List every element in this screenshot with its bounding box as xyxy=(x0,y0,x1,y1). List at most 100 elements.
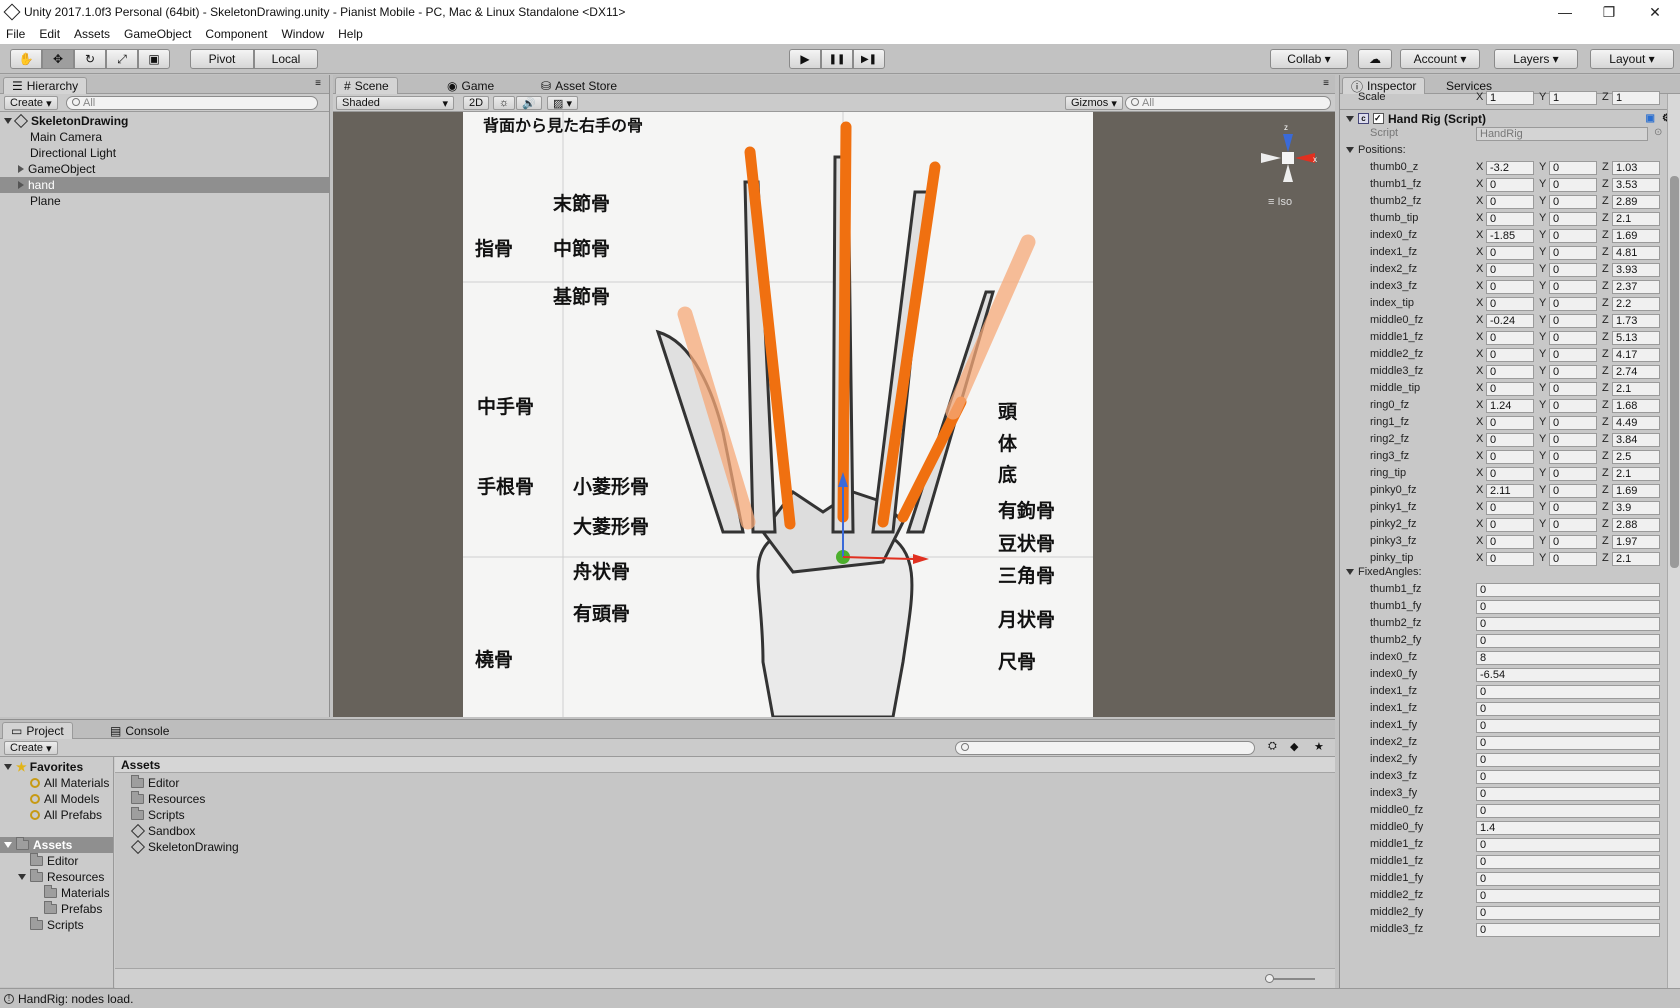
fixedangle-input[interactable]: 0 xyxy=(1476,702,1660,716)
position-x-input[interactable]: 0 xyxy=(1486,195,1534,209)
position-z-input[interactable]: 1.68 xyxy=(1612,399,1660,413)
position-y-input[interactable]: 0 xyxy=(1549,501,1597,515)
position-z-input[interactable]: 2.5 xyxy=(1612,450,1660,464)
scene-viewport[interactable]: 背面から見た右手の骨 末節骨 中節骨 基節骨 指骨 中手骨 手根骨 小菱形骨 大… xyxy=(333,112,1335,717)
shading-dropdown[interactable]: Shaded ▾ xyxy=(336,96,454,110)
project-search-input[interactable] xyxy=(955,741,1255,755)
position-y-input[interactable]: 0 xyxy=(1549,399,1597,413)
position-x-input[interactable]: 0 xyxy=(1486,467,1534,481)
tab-asset-store[interactable]: ⛁ Asset Store xyxy=(533,77,625,94)
position-z-input[interactable]: 4.17 xyxy=(1612,348,1660,362)
fixedangle-input[interactable]: 0 xyxy=(1476,634,1660,648)
position-x-input[interactable]: 1.24 xyxy=(1486,399,1534,413)
fixedangle-input[interactable]: 0 xyxy=(1476,787,1660,801)
position-y-input[interactable]: 0 xyxy=(1549,246,1597,260)
position-z-input[interactable]: 4.81 xyxy=(1612,246,1660,260)
fixedangle-input[interactable]: 0 xyxy=(1476,872,1660,886)
position-x-input[interactable]: 0 xyxy=(1486,518,1534,532)
orientation-gizmo[interactable]: z x xyxy=(1253,122,1323,192)
hierarchy-item-gameobject[interactable]: GameObject xyxy=(18,161,95,177)
fixedangle-input[interactable]: 0 xyxy=(1476,753,1660,767)
position-z-input[interactable]: 3.84 xyxy=(1612,433,1660,447)
position-z-input[interactable]: 2.1 xyxy=(1612,382,1660,396)
fixedangle-input[interactable]: 0 xyxy=(1476,889,1660,903)
position-z-input[interactable]: 1.69 xyxy=(1612,229,1660,243)
favorite-all-prefabs[interactable]: All Prefabs xyxy=(30,807,102,823)
position-z-input[interactable]: 3.53 xyxy=(1612,178,1660,192)
position-z-input[interactable]: 3.93 xyxy=(1612,263,1660,277)
position-z-input[interactable]: 1.69 xyxy=(1612,484,1660,498)
scale-tool-button[interactable]: ⤢ xyxy=(106,49,138,69)
menu-help[interactable]: Help xyxy=(338,27,363,41)
tree-folder-scripts[interactable]: Scripts xyxy=(30,917,84,933)
slider-handle[interactable] xyxy=(1265,974,1274,983)
position-z-input[interactable]: 5.13 xyxy=(1612,331,1660,345)
scale-x-input[interactable]: 1 xyxy=(1486,91,1534,105)
asset-sandbox[interactable]: Sandbox xyxy=(130,823,195,839)
position-y-input[interactable]: 0 xyxy=(1549,263,1597,277)
pause-button[interactable]: ❚❚ xyxy=(821,49,853,69)
position-x-input[interactable]: -3.2 xyxy=(1486,161,1534,175)
menu-edit[interactable]: Edit xyxy=(39,27,60,41)
menu-window[interactable]: Window xyxy=(281,27,324,41)
position-y-input[interactable]: 0 xyxy=(1549,365,1597,379)
position-x-input[interactable]: -0.24 xyxy=(1486,314,1534,328)
layers-dropdown[interactable]: Layers ▾ xyxy=(1494,49,1578,69)
project-create-button[interactable]: Create ▾ xyxy=(4,741,58,755)
tab-game[interactable]: ◉ Game xyxy=(439,77,502,94)
panel-menu-icon[interactable]: ≡ xyxy=(1323,78,1329,89)
position-x-input[interactable]: -1.85 xyxy=(1486,229,1534,243)
cloud-button[interactable]: ☁ xyxy=(1358,49,1392,69)
fixedangle-input[interactable]: 0 xyxy=(1476,838,1660,852)
position-z-input[interactable]: 1.73 xyxy=(1612,314,1660,328)
object-picker-icon[interactable]: ⊙ xyxy=(1654,127,1662,138)
position-x-input[interactable]: 2.11 xyxy=(1486,484,1534,498)
fixedangle-input[interactable]: 0 xyxy=(1476,855,1660,869)
position-z-input[interactable]: 3.9 xyxy=(1612,501,1660,515)
pivot-button[interactable]: Pivot xyxy=(190,49,254,69)
hierarchy-item-main-camera[interactable]: Main Camera xyxy=(30,129,102,145)
scene-search-input[interactable]: All xyxy=(1125,96,1331,110)
position-y-input[interactable]: 0 xyxy=(1549,212,1597,226)
position-y-input[interactable]: 0 xyxy=(1549,535,1597,549)
position-x-input[interactable]: 0 xyxy=(1486,416,1534,430)
position-y-input[interactable]: 0 xyxy=(1549,416,1597,430)
help-book-icon[interactable]: ▣ xyxy=(1646,113,1655,124)
fixedangles-section[interactable]: FixedAngles: xyxy=(1346,566,1422,578)
position-x-input[interactable]: 0 xyxy=(1486,178,1534,192)
menu-file[interactable]: File xyxy=(6,27,25,41)
layout-dropdown[interactable]: Layout ▾ xyxy=(1590,49,1674,69)
move-tool-button[interactable]: ✥ xyxy=(42,49,74,69)
fixedangle-input[interactable]: 0 xyxy=(1476,583,1660,597)
position-y-input[interactable]: 0 xyxy=(1549,195,1597,209)
tab-console[interactable]: ▤ Console xyxy=(102,722,177,739)
tab-scene[interactable]: # Scene xyxy=(335,77,398,94)
assets-root[interactable]: Assets xyxy=(0,837,113,853)
position-z-input[interactable]: 2.37 xyxy=(1612,280,1660,294)
scale-z-input[interactable]: 1 xyxy=(1612,91,1660,105)
asset-skeletondrawing[interactable]: SkeletonDrawing xyxy=(130,839,239,855)
panel-menu-icon[interactable]: ≡ xyxy=(315,78,321,89)
projection-label[interactable]: ≡ Iso xyxy=(1268,196,1292,208)
position-y-input[interactable]: 0 xyxy=(1549,484,1597,498)
tree-folder-materials[interactable]: Materials xyxy=(44,885,110,901)
hierarchy-item-hand[interactable]: hand xyxy=(0,177,329,193)
position-z-input[interactable]: 2.1 xyxy=(1612,552,1660,566)
fixedangle-input[interactable]: 0 xyxy=(1476,600,1660,614)
favorite-all-models[interactable]: All Models xyxy=(30,791,99,807)
position-z-input[interactable]: 2.74 xyxy=(1612,365,1660,379)
position-y-input[interactable]: 0 xyxy=(1549,229,1597,243)
position-x-input[interactable]: 0 xyxy=(1486,212,1534,226)
fixedangle-input[interactable]: 0 xyxy=(1476,923,1660,937)
menu-component[interactable]: Component xyxy=(205,27,267,41)
position-x-input[interactable]: 0 xyxy=(1486,348,1534,362)
gizmos-dropdown[interactable]: Gizmos ▾ xyxy=(1065,96,1123,110)
position-y-input[interactable]: 0 xyxy=(1549,331,1597,345)
close-button[interactable]: ✕ xyxy=(1632,0,1678,24)
position-z-input[interactable]: 2.88 xyxy=(1612,518,1660,532)
asset-editor[interactable]: Editor xyxy=(131,775,179,791)
position-x-input[interactable]: 0 xyxy=(1486,450,1534,464)
scale-y-input[interactable]: 1 xyxy=(1549,91,1597,105)
position-x-input[interactable]: 0 xyxy=(1486,297,1534,311)
position-y-input[interactable]: 0 xyxy=(1549,178,1597,192)
